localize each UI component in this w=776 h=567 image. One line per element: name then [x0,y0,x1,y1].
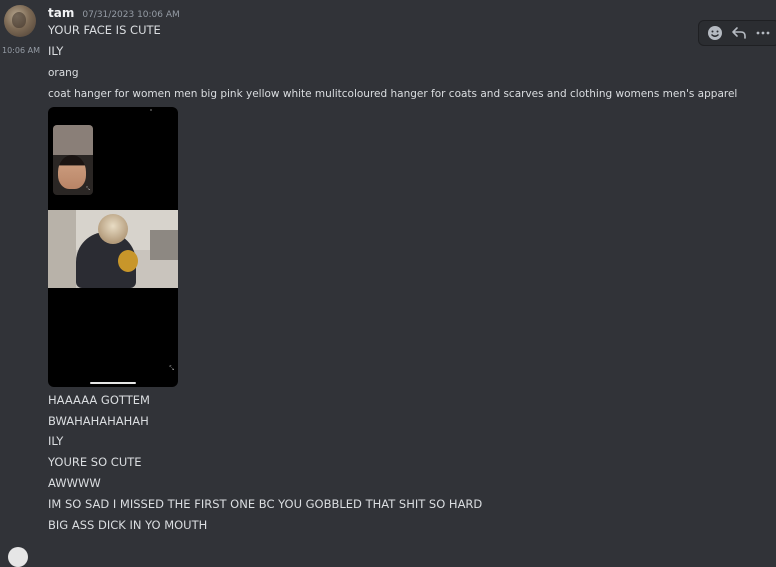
camera-dot [150,109,152,111]
message-text: BWAHAHAHAHAH [48,414,149,428]
expand-icon: ⤡ [169,365,174,372]
message-text: ILY [48,44,64,58]
video-shelf [150,230,178,260]
message-text: ILY [48,434,64,448]
more-icon[interactable] [753,23,773,43]
message-text: YOUR FACE IS CUTE [48,23,161,37]
pip-background [53,125,93,155]
pip-corner-icon: ⤡ [85,186,90,192]
message-header: tam 07/31/2023 10:06 AM [48,6,180,22]
main-video-frame [48,210,178,288]
user-avatar[interactable] [4,5,36,37]
home-indicator [90,382,136,384]
message-toolbar [698,20,776,46]
message-text: IM SO SAD I MISSED THE FIRST ONE BC YOU … [48,497,483,511]
next-message-avatar[interactable] [8,547,28,567]
pip-video-thumbnail: ⤡ [53,125,93,195]
message-text: BIG ASS DICK IN YO MOUTH [48,518,208,532]
username[interactable]: tam [48,6,74,20]
hover-timestamp: 10:06 AM [2,46,40,55]
message-timestamp: 07/31/2023 10:06 AM [82,10,180,20]
add-reaction-icon[interactable] [705,23,725,43]
message-text: orang [48,67,79,79]
video-door [48,210,76,288]
message-text: HAAAAA GOTTEM [48,393,150,407]
video-person-head [98,214,128,244]
video-dog [118,250,138,272]
pip-person [58,155,86,189]
message-text: AWWWW [48,476,101,490]
message-text: coat hanger for women men big pink yello… [48,88,738,100]
reply-icon[interactable] [729,23,749,43]
image-attachment[interactable]: ⤡ ⤡ [48,107,178,387]
message-text: YOURE SO CUTE [48,455,142,469]
